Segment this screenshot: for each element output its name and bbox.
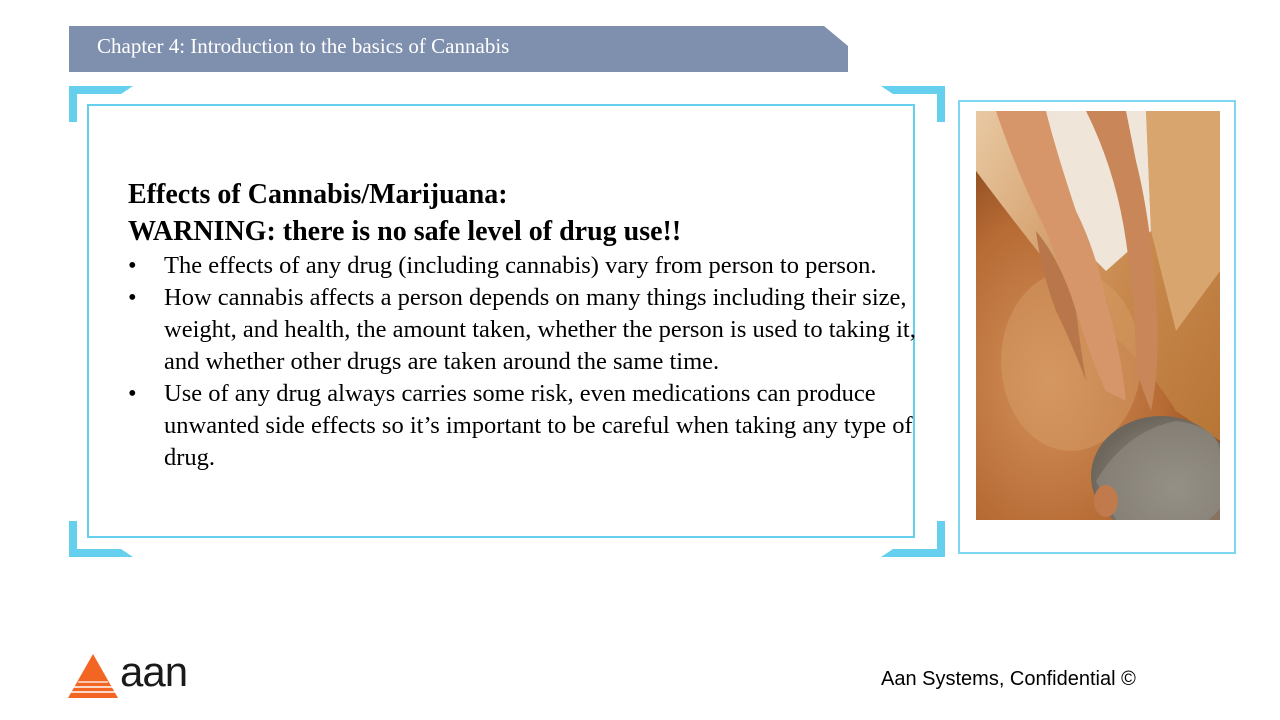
logo-wordmark: aan xyxy=(120,648,188,695)
bullet-text: Use of any drug always carries some risk… xyxy=(164,380,913,471)
list-item: • Use of any drug always carries some ri… xyxy=(128,378,918,474)
heading-line-1: Effects of Cannabis/Marijuana: xyxy=(128,179,508,210)
slide-heading: Effects of Cannabis/Marijuana: WARNING: … xyxy=(128,176,888,250)
bullet-text: The effects of any drug (including canna… xyxy=(164,252,877,279)
confidential-notice: Aan Systems, Confidential © xyxy=(881,668,1136,690)
company-logo: aan xyxy=(68,648,198,700)
list-item: • The effects of any drug (including can… xyxy=(128,250,918,282)
bullet-icon: • xyxy=(128,252,137,279)
bullet-list: • The effects of any drug (including can… xyxy=(128,250,918,474)
bullet-icon: • xyxy=(128,284,137,311)
triangle-logo-icon xyxy=(68,654,118,698)
massage-photo xyxy=(976,111,1220,520)
bullet-text: How cannabis affects a person depends on… xyxy=(164,284,916,375)
bullet-icon: • xyxy=(128,380,137,407)
list-item: • How cannabis affects a person depends … xyxy=(128,282,918,378)
heading-line-2: WARNING: there is no safe level of drug … xyxy=(128,216,682,247)
chapter-banner: Chapter 4: Introduction to the basics of… xyxy=(69,26,848,72)
chapter-title: Chapter 4: Introduction to the basics of… xyxy=(97,34,510,58)
